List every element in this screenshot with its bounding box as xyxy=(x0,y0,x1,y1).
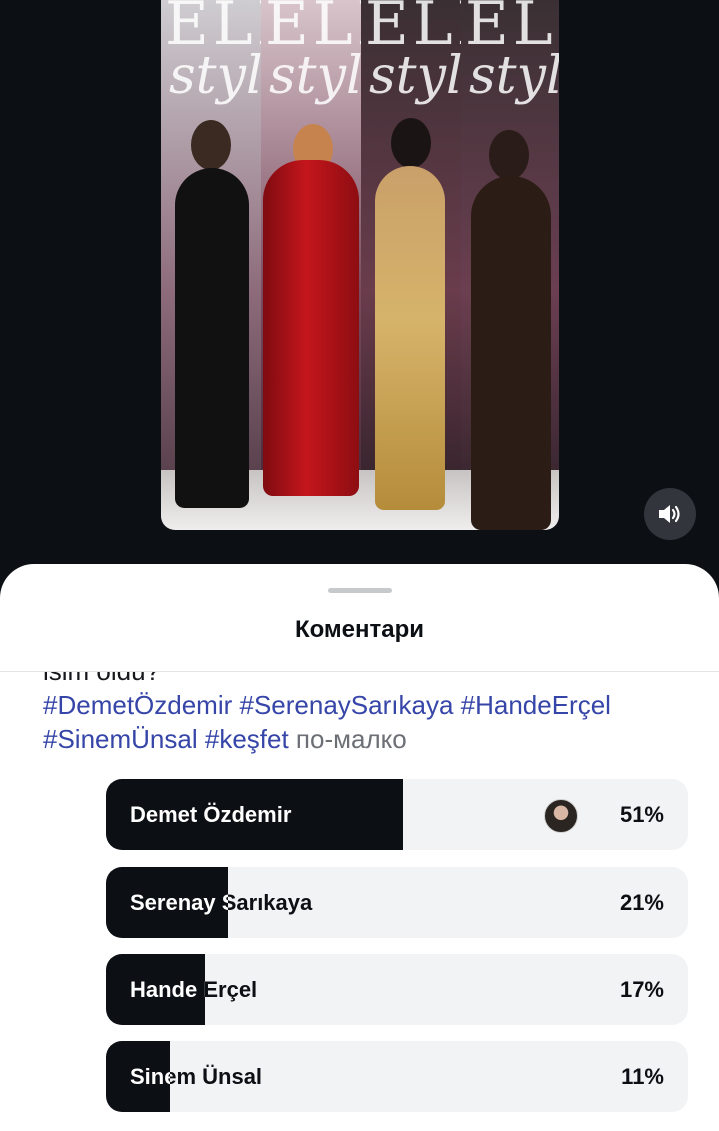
poll-option-percent: 11% xyxy=(621,1064,664,1089)
caption-cut-text: isim oldu? xyxy=(43,672,160,687)
hashtags-line-1[interactable]: #DemetÖzdemir #SerenaySarıkaya #HandeErç… xyxy=(43,690,611,720)
show-less-link[interactable]: по-малко xyxy=(296,724,407,754)
poll-option-percent: 17% xyxy=(619,977,664,1002)
post-caption: #DemetÖzdemir #SerenaySarıkaya #HandeErç… xyxy=(43,688,703,756)
poll-option-percent: 21% xyxy=(619,890,664,915)
media-panel-2: ELLE style xyxy=(261,0,361,530)
hashtags-line-2[interactable]: #SinemÜnsal #keşfet xyxy=(43,724,289,754)
panel-script: style xyxy=(169,46,261,106)
panel-script: style xyxy=(469,46,559,106)
media-panel-4: ELLE style xyxy=(461,0,559,530)
person-figure xyxy=(471,176,551,530)
poll-option-percent: 51% xyxy=(619,802,664,827)
speaker-icon xyxy=(659,505,680,523)
media-panel-3: ELLE style xyxy=(361,0,461,530)
panel-script: style xyxy=(269,46,361,106)
voter-avatar xyxy=(544,799,578,833)
screen: ELLE style ELLE style ELLE style ELLE st… xyxy=(0,0,719,1131)
poll-option-sinem[interactable]: Sinem Ünsal Sinem Ünsal 11% xyxy=(106,1041,688,1112)
poll-option-serenay[interactable]: Serenay Sarıkaya Serenay Sarıkaya 21% xyxy=(106,867,688,938)
post-media[interactable]: ELLE style ELLE style ELLE style ELLE st… xyxy=(161,0,559,530)
poll-option-hande[interactable]: Hande Erçel Hande Erçel 17% xyxy=(106,954,688,1025)
person-figure xyxy=(263,160,359,496)
panel-script: style xyxy=(369,46,461,106)
person-figure xyxy=(175,168,249,508)
sheet-drag-handle[interactable] xyxy=(328,588,392,593)
person-figure xyxy=(375,166,445,510)
sheet-title: Коментари xyxy=(294,616,425,643)
media-panel-1: ELLE style xyxy=(161,0,261,530)
comments-sheet[interactable]: Коментари isim oldu? #DemetÖzdemir #Sere… xyxy=(0,564,719,1131)
poll-option-demet[interactable]: Demet Özdemir Demet Özdemir 51% xyxy=(106,779,688,850)
sound-toggle-button[interactable] xyxy=(644,488,696,540)
